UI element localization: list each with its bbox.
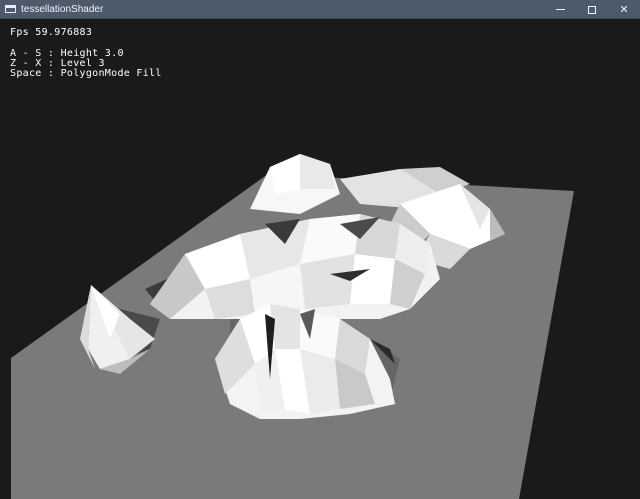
window-title: tessellationShader: [21, 3, 104, 15]
maximize-button[interactable]: [576, 0, 608, 19]
maximize-icon: [588, 5, 596, 14]
polygon-mode-hint: Space : PolygonMode Fill: [10, 68, 162, 79]
window-controls: ✕: [544, 0, 640, 19]
render-viewport[interactable]: Fps 59.976883 A - S : Height 3.0 Z - X :…: [0, 19, 640, 499]
fps-readout: Fps 59.976883: [10, 27, 93, 38]
window-app-icon: [5, 5, 16, 13]
window-titlebar[interactable]: tessellationShader ✕: [0, 0, 640, 19]
close-icon: ✕: [619, 3, 629, 16]
minimize-icon: [555, 9, 565, 10]
minimize-button[interactable]: [544, 0, 576, 19]
tessellated-terrain-scene: [11, 154, 574, 499]
close-button[interactable]: ✕: [608, 0, 640, 19]
